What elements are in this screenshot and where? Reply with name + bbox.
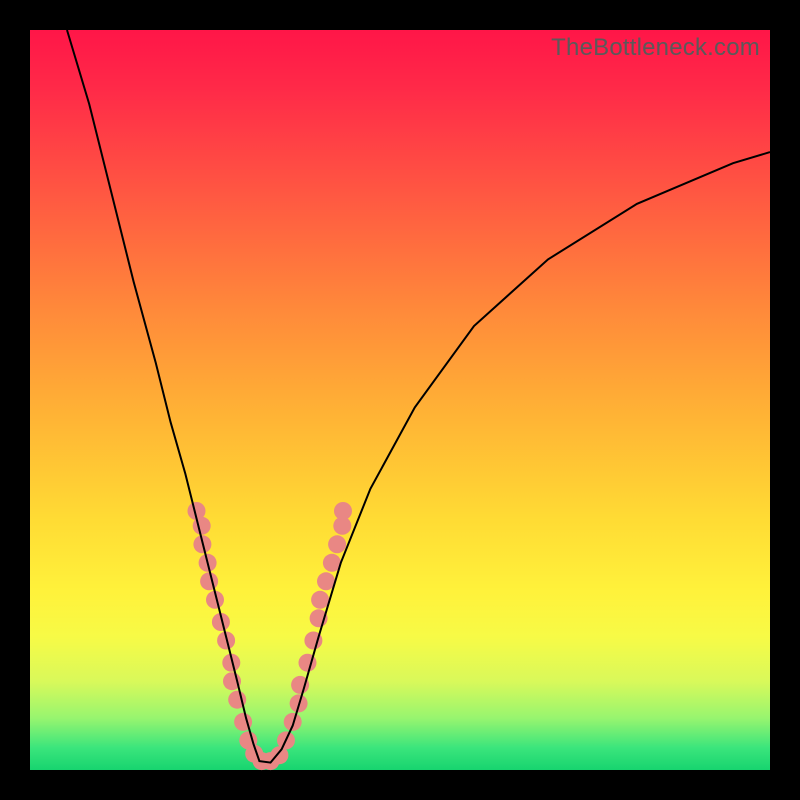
chart-svg: [30, 30, 770, 770]
plot-area: TheBottleneck.com: [30, 30, 770, 770]
data-dot: [317, 572, 335, 590]
data-dot: [311, 591, 329, 609]
chart-frame: TheBottleneck.com: [0, 0, 800, 800]
bottleneck-curve: [67, 30, 770, 763]
data-dot: [284, 713, 302, 731]
data-dot: [328, 535, 346, 553]
data-dot: [200, 572, 218, 590]
data-dot: [193, 517, 211, 535]
data-dot: [334, 502, 352, 520]
dot-cluster: [188, 502, 353, 770]
